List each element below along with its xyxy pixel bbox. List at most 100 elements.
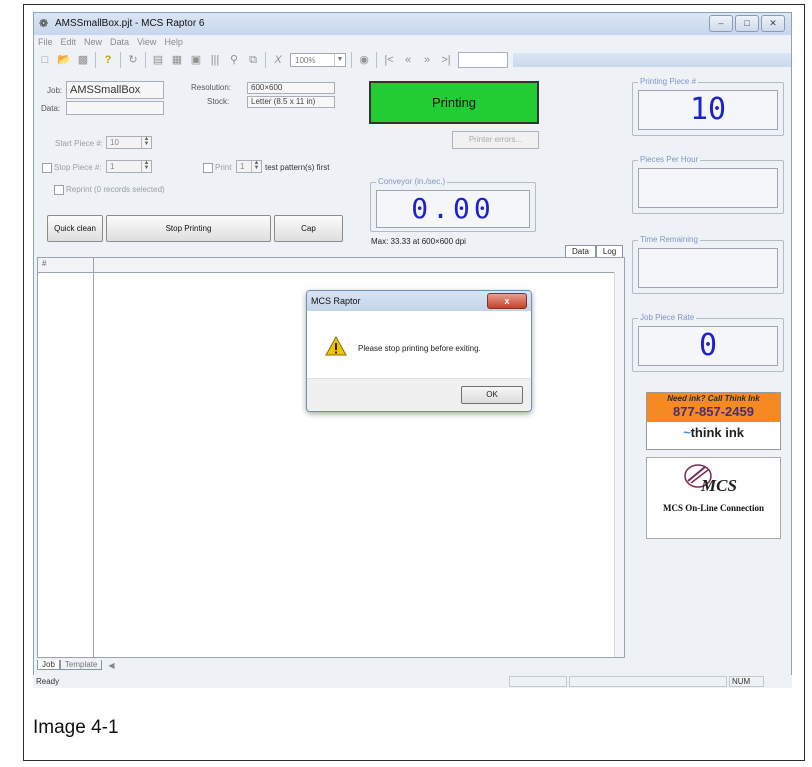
time-remaining-label: Time Remaining bbox=[638, 235, 700, 244]
copy-icon[interactable]: ⧉ bbox=[246, 53, 260, 67]
cap-button[interactable]: Cap bbox=[274, 215, 343, 242]
maximize-button[interactable]: □ bbox=[735, 15, 759, 32]
ok-button[interactable]: OK bbox=[461, 386, 523, 404]
stop-printing-button[interactable]: Stop Printing bbox=[106, 215, 271, 242]
list-icon[interactable]: ▤ bbox=[151, 53, 165, 67]
dialog-title: MCS Raptor bbox=[311, 296, 361, 306]
grid-header: # bbox=[38, 258, 624, 273]
job-piece-rate-lcd: 0 bbox=[638, 326, 778, 366]
pieces-per-hour-group: Pieces Per Hour bbox=[632, 155, 784, 214]
spin-arrows-icon[interactable]: ▲ ▼ bbox=[251, 160, 261, 172]
picture-icon[interactable]: ▣ bbox=[189, 53, 203, 67]
reprint-checkbox[interactable] bbox=[54, 185, 64, 195]
job-field[interactable]: AMSSmallBox bbox=[66, 81, 164, 99]
menu-data[interactable]: Data bbox=[110, 35, 129, 49]
zoom-select[interactable]: 100% ▼ bbox=[290, 53, 346, 67]
data-label: Data: bbox=[41, 104, 61, 113]
bottom-tabs: Job Template ◀ bbox=[37, 659, 625, 671]
print-test-checkbox[interactable] bbox=[203, 163, 213, 173]
menu-file[interactable]: File bbox=[38, 35, 53, 49]
test-pattern-stepper[interactable]: 1 ▲ ▼ bbox=[236, 160, 262, 173]
test-pattern-label: test pattern(s) first bbox=[265, 163, 330, 172]
tab-log[interactable]: Log bbox=[595, 245, 624, 257]
minimize-button[interactable]: – bbox=[709, 15, 733, 32]
think-ink-ad[interactable]: Need ink? Call Think Ink 877-857-2459 ~t… bbox=[646, 392, 781, 450]
menu-help[interactable]: Help bbox=[164, 35, 183, 49]
conveyor-lcd: 0.00 bbox=[376, 190, 530, 228]
start-piece-stepper[interactable]: 10 ▲ ▼ bbox=[106, 136, 152, 149]
stop-piece-label: Stop Piece #: bbox=[54, 163, 102, 172]
job-label: Job: bbox=[47, 86, 63, 95]
reprint-label: Reprint (0 records selected) bbox=[66, 185, 165, 194]
warning-icon bbox=[325, 336, 347, 356]
time-remaining-lcd bbox=[638, 248, 778, 288]
tab-data[interactable]: Data bbox=[565, 245, 596, 257]
dialog-footer: OK bbox=[307, 378, 531, 411]
toolbar: □ 📂 ▩ ? ↻ ▤ ▦ ▣ ||| ⚲ ⧉ X 100% ▼ ◉ |< « … bbox=[34, 49, 791, 71]
save-icon[interactable]: ▩ bbox=[76, 53, 90, 67]
status-num: NUM bbox=[729, 676, 764, 687]
title-bar[interactable]: ❁ AMSSmallBox.pjt - MCS Raptor 6 – □ ✕ bbox=[34, 13, 791, 35]
stop-piece-checkbox[interactable] bbox=[42, 163, 52, 173]
status-bar: Ready NUM bbox=[33, 675, 792, 688]
close-button[interactable]: ✕ bbox=[761, 15, 785, 32]
job-piece-rate-label: Job Piece Rate bbox=[638, 313, 697, 322]
start-piece-label: Start Piece #: bbox=[55, 139, 104, 148]
menu-edit[interactable]: Edit bbox=[61, 35, 77, 49]
open-icon[interactable]: 📂 bbox=[57, 53, 71, 67]
menu-view[interactable]: View bbox=[137, 35, 156, 49]
window-title: AMSSmallBox.pjt - MCS Raptor 6 bbox=[55, 18, 205, 29]
refresh-icon[interactable]: ↻ bbox=[126, 53, 140, 67]
pieces-per-hour-lcd bbox=[638, 168, 778, 208]
resolution-label: Resolution: bbox=[191, 83, 232, 92]
cut-icon[interactable]: X bbox=[271, 53, 285, 67]
think-ink-logo: ~think ink bbox=[682, 425, 745, 440]
zoom-value: 100% bbox=[295, 56, 316, 65]
mcs-ad[interactable]: MCS MCS On-Line Connection bbox=[646, 457, 781, 539]
status-cell-1 bbox=[509, 676, 567, 687]
tab-template[interactable]: Template bbox=[59, 660, 103, 670]
prev-icon[interactable]: « bbox=[401, 53, 415, 67]
app-icon: ❁ bbox=[39, 18, 49, 30]
last-icon[interactable]: >| bbox=[439, 53, 453, 67]
barcode-icon[interactable]: ||| bbox=[208, 53, 222, 67]
search-icon[interactable]: ⚲ bbox=[227, 53, 241, 67]
vertical-scrollbar[interactable] bbox=[614, 272, 624, 657]
printing-piece-lcd: 10 bbox=[638, 90, 778, 130]
menu-bar: File Edit New Data View Help bbox=[34, 35, 791, 49]
spin-arrows-icon[interactable]: ▲ ▼ bbox=[141, 136, 151, 148]
scroll-left-icon[interactable]: ◀ bbox=[108, 661, 114, 670]
spin-arrows-icon[interactable]: ▲ ▼ bbox=[141, 160, 151, 172]
next-icon[interactable]: » bbox=[420, 53, 434, 67]
status-ready: Ready bbox=[36, 677, 60, 686]
stop-piece-stepper[interactable]: 1 ▲ ▼ bbox=[106, 160, 152, 173]
image-icon[interactable]: ▦ bbox=[170, 53, 184, 67]
quick-clean-button[interactable]: Quick clean bbox=[47, 215, 103, 242]
print-label: Print bbox=[215, 163, 232, 172]
pieces-per-hour-label: Pieces Per Hour bbox=[638, 155, 701, 164]
dialog-close-button[interactable]: x bbox=[487, 293, 527, 309]
data-field[interactable] bbox=[66, 101, 164, 115]
help-icon[interactable]: ? bbox=[101, 53, 115, 67]
time-remaining-group: Time Remaining bbox=[632, 235, 784, 294]
test-pattern-value: 1 bbox=[240, 162, 245, 171]
grid-divider bbox=[93, 258, 94, 657]
record-field[interactable] bbox=[458, 52, 508, 68]
chevron-down-icon: ▼ bbox=[334, 54, 345, 66]
dialog-message: Please stop printing before exiting. bbox=[358, 344, 481, 353]
menu-new[interactable]: New bbox=[84, 35, 102, 49]
binoculars-icon[interactable]: ◉ bbox=[357, 53, 371, 67]
status-cell-2 bbox=[569, 676, 727, 687]
stop-piece-value: 1 bbox=[110, 162, 115, 171]
grid-col-number: # bbox=[42, 259, 47, 268]
printing-piece-label: Printing Piece # bbox=[638, 77, 699, 86]
dialog-body: Please stop printing before exiting. bbox=[307, 311, 531, 379]
printing-piece-group: Printing Piece # 10 bbox=[632, 77, 784, 136]
first-icon[interactable]: |< bbox=[382, 53, 396, 67]
figure-caption: Image 4-1 bbox=[33, 717, 119, 738]
printer-errors-button[interactable]: Printer errors... bbox=[452, 131, 539, 149]
stock-field: Letter (8.5 x 11 in) bbox=[247, 96, 335, 108]
new-icon[interactable]: □ bbox=[38, 53, 52, 67]
dialog-title-bar[interactable]: MCS Raptor x bbox=[307, 291, 531, 311]
tab-job[interactable]: Job bbox=[37, 660, 60, 670]
